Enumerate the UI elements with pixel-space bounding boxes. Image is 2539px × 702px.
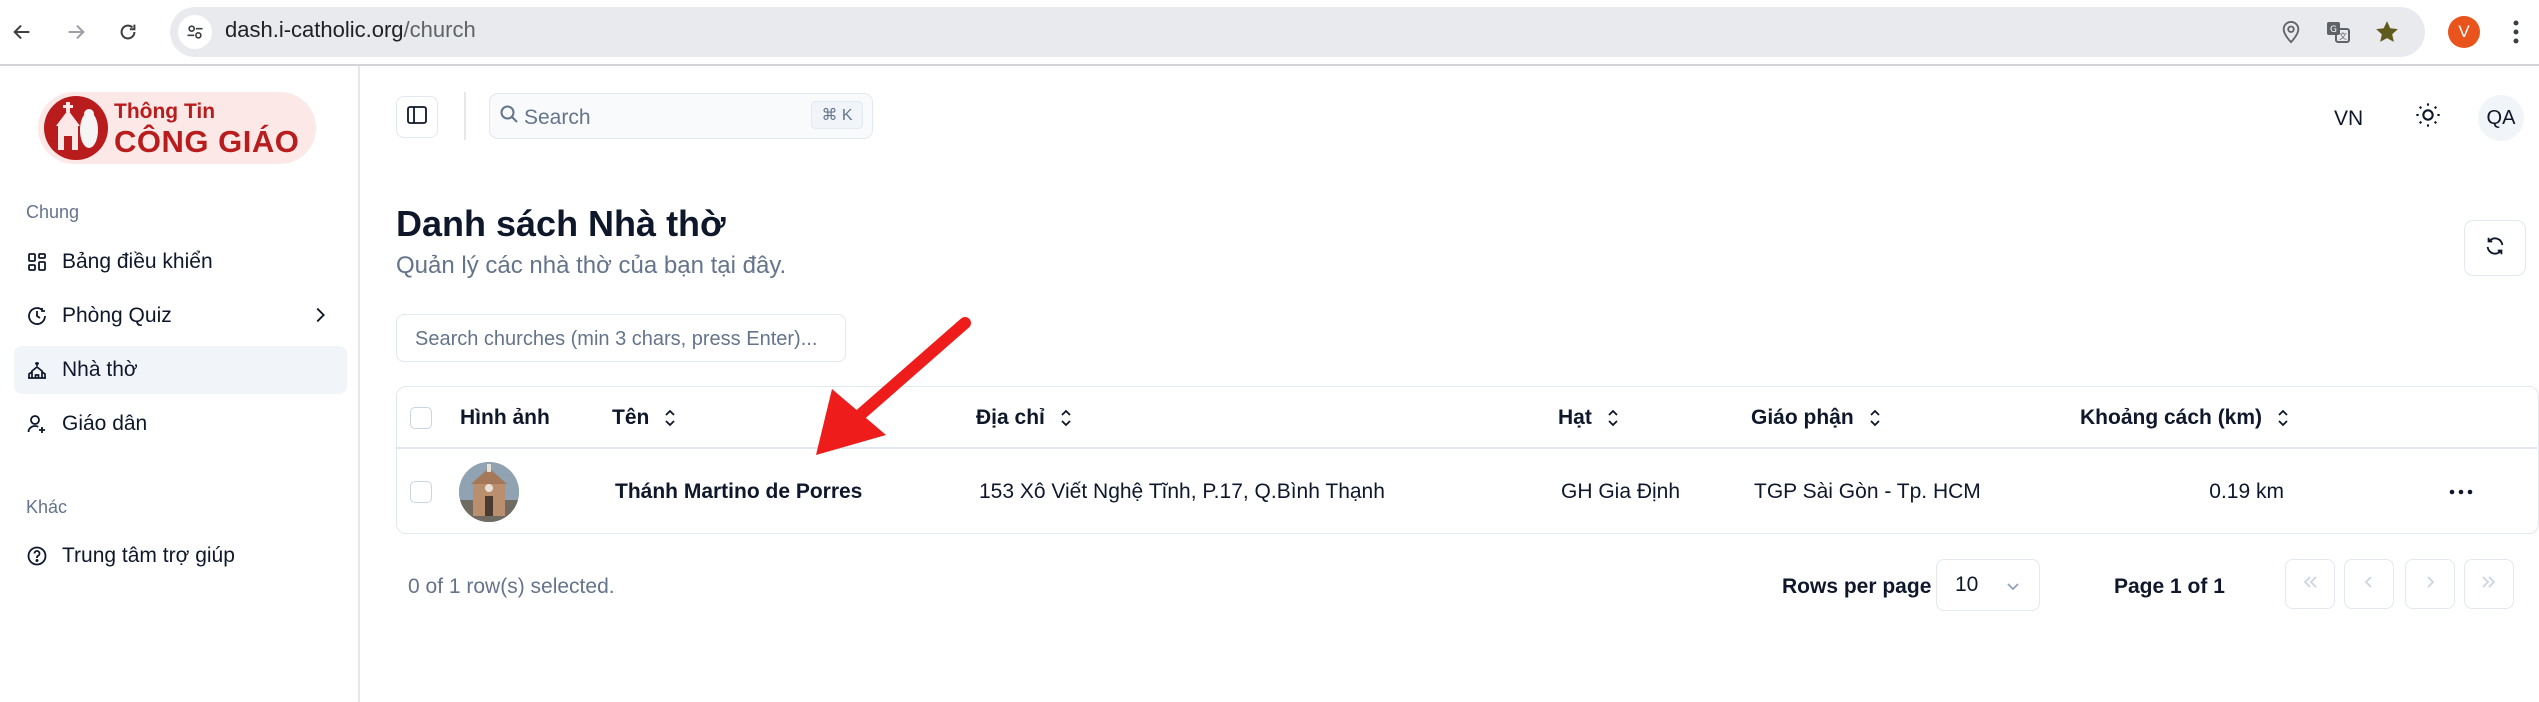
svg-text:G: G (2330, 25, 2337, 35)
select-all-checkbox[interactable] (410, 407, 432, 429)
row-actions-button[interactable] (2446, 478, 2476, 504)
sidebar-item-label: Trung tâm trợ giúp (62, 544, 235, 567)
church-deanery-cell: GH Gia Định (1561, 480, 1681, 503)
column-label: Hạt (1558, 406, 1592, 429)
profile-avatar[interactable]: V (2448, 16, 2480, 48)
svg-text:文: 文 (2339, 31, 2347, 41)
search-icon (499, 104, 519, 129)
church-name-cell[interactable]: Thánh Martino de Porres (615, 480, 862, 504)
sidebar-item-parishioners[interactable]: Giáo dân (14, 400, 347, 448)
sidebar-item-dashboard[interactable]: Bảng điều khiển (14, 238, 347, 286)
location-icon[interactable] (2280, 20, 2302, 49)
chevron-down-icon (2005, 576, 2021, 600)
column-label: Tên (612, 406, 650, 429)
column-header-diocese[interactable]: Giáo phận (1751, 406, 1882, 430)
browser-menu-icon[interactable] (2512, 18, 2520, 51)
search-shortcut-badge: ⌘ K (811, 101, 863, 129)
sort-icon (1059, 409, 1073, 427)
rows-per-page-select[interactable]: 10 (1936, 559, 2040, 611)
logo-emblem-icon (44, 96, 108, 160)
refresh-icon (2484, 235, 2506, 262)
forward-icon[interactable] (56, 12, 96, 52)
back-icon[interactable] (2, 12, 42, 52)
row-checkbox[interactable] (410, 481, 432, 503)
panel-left-icon (406, 104, 428, 131)
column-header-image: Hình ảnh (460, 406, 550, 430)
sort-icon (2276, 409, 2290, 427)
column-label: Giáo phận (1751, 406, 1854, 429)
url-text: dash.i-catholic.org/church (225, 17, 476, 43)
chevron-right-icon (309, 304, 331, 331)
bookmark-star-icon[interactable] (2374, 19, 2400, 50)
sidebar-item-label: Nhà thờ (62, 358, 138, 381)
church-icon (26, 359, 48, 381)
table-header-divider (397, 447, 2537, 449)
refresh-button[interactable] (2464, 220, 2526, 276)
logo-text-bottom: CÔNG GIÁO (114, 124, 300, 159)
address-bar[interactable] (170, 7, 2425, 57)
rows-per-page-label: Rows per page (1782, 575, 1932, 598)
next-page-button[interactable] (2405, 559, 2455, 609)
user-initials: QA (2486, 106, 2516, 129)
sort-icon (1868, 409, 1882, 427)
selection-info: 0 of 1 row(s) selected. (408, 575, 615, 598)
sidebar-toggle-button[interactable] (396, 96, 438, 138)
more-horizontal-icon (2449, 482, 2473, 500)
section-label-khac: Khác (26, 497, 68, 517)
profile-initial: V (2458, 22, 2470, 41)
sidebar-item-quiz[interactable]: Phòng Quiz (14, 292, 347, 340)
column-header-address[interactable]: Địa chỉ (976, 406, 1073, 430)
chevron-right-icon (2420, 572, 2440, 597)
column-label: Địa chỉ (976, 406, 1045, 429)
site-settings-icon[interactable] (178, 15, 212, 49)
previous-page-button[interactable] (2344, 559, 2394, 609)
church-diocese-cell: TGP Sài Gòn - Tp. HCM (1754, 480, 1981, 503)
column-label: Hình ảnh (460, 406, 550, 429)
column-label: Khoảng cách (km) (2080, 406, 2263, 429)
translate-icon[interactable]: G文 (2325, 19, 2351, 50)
search-placeholder: Search (524, 106, 591, 129)
chevrons-left-icon (2300, 572, 2320, 597)
user-avatar[interactable]: QA (2478, 95, 2524, 141)
url-host: dash.i-catholic.org (225, 17, 404, 42)
chevron-left-icon (2359, 572, 2379, 597)
reload-icon[interactable] (108, 12, 148, 52)
sidebar-item-label: Bảng điều khiển (62, 250, 213, 273)
sidebar-item-label: Phòng Quiz (62, 304, 172, 327)
url-path: /church (403, 17, 476, 42)
page-info: Page 1 of 1 (2114, 575, 2225, 598)
section-label-chung: Chung (26, 202, 80, 222)
rows-per-page-value: 10 (1955, 573, 1979, 596)
church-thumbnail (459, 462, 519, 522)
language-switcher[interactable]: VN (2334, 107, 2363, 131)
sidebar-item-church[interactable]: Nhà thờ (14, 346, 347, 394)
sort-icon (663, 409, 677, 427)
user-icon (26, 413, 48, 435)
dashboard-icon (26, 251, 48, 273)
chevrons-right-icon (2479, 572, 2499, 597)
sidebar-item-label: Giáo dân (62, 412, 148, 435)
sidebar-item-help-center[interactable]: Trung tâm trợ giúp (14, 532, 347, 580)
sort-icon (1606, 409, 1620, 427)
last-page-button[interactable] (2464, 559, 2514, 609)
page-title: Danh sách Nhà thờ (396, 203, 726, 244)
page-subtitle: Quản lý các nhà thờ của bạn tại đây. (396, 252, 787, 279)
annotation-arrow-icon (800, 315, 980, 465)
church-address-cell: 153 Xô Viết Nghệ Tĩnh, P.17, Q.Bình Thạn… (979, 480, 1385, 503)
logo-text-top: Thông Tin (114, 100, 216, 123)
first-page-button[interactable] (2285, 559, 2335, 609)
column-header-distance[interactable]: Khoảng cách (km) (2080, 406, 2290, 430)
church-distance-cell: 0.19 km (2209, 480, 2284, 503)
help-circle-icon (26, 545, 48, 567)
header-divider (464, 92, 466, 140)
sun-icon[interactable] (2414, 101, 2442, 134)
clock-icon (26, 305, 48, 327)
column-header-name[interactable]: Tên (612, 406, 677, 430)
column-header-deanery[interactable]: Hạt (1558, 406, 1620, 430)
church-search-placeholder: Search churches (min 3 chars, press Ente… (415, 328, 818, 350)
